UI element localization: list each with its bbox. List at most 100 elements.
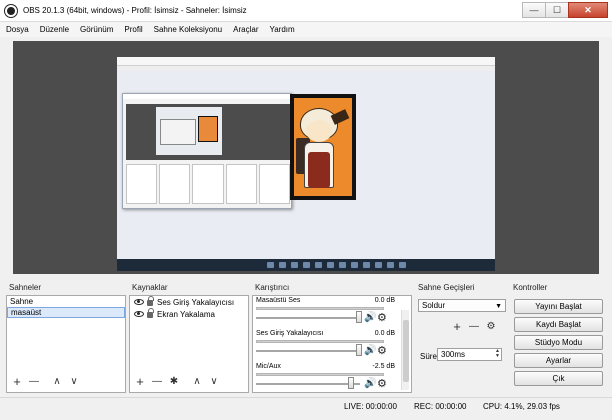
live-time: LIVE: 00:00:00 xyxy=(344,402,397,411)
transition-gear-icon[interactable]: ⚙ xyxy=(485,321,497,333)
channel-db: -2.5 dB xyxy=(372,363,395,370)
transitions-panel: Soldur ▼ + — ⚙ Süre 300ms ▲ ▼ xyxy=(415,295,507,393)
sources-dock: Kaynaklar Ses Giriş Yakalayıcısı Ekran Y… xyxy=(129,281,249,393)
gear-icon[interactable]: ⚙ xyxy=(377,311,387,324)
mixer-header: Karıştırıcı xyxy=(255,283,290,292)
remove-transition-button[interactable]: — xyxy=(468,321,480,333)
captured-obs-window xyxy=(122,93,292,209)
controls-panel: Yayını Başlat Kaydı Başlat Stüdyo Modu A… xyxy=(510,295,608,393)
captured-preview xyxy=(126,104,290,160)
cpu-fps: CPU: 4.1%, 29.03 fps xyxy=(483,402,560,411)
sources-toolbar: + — ✱ ∧ ∨ xyxy=(134,375,225,388)
transitions-toolbar: + — ⚙ xyxy=(451,320,502,333)
add-source-button[interactable]: + xyxy=(134,375,146,388)
muted-speaker-icon[interactable]: 🔊 xyxy=(364,378,376,389)
add-transition-button[interactable]: + xyxy=(451,320,463,333)
volume-meter xyxy=(256,307,384,310)
add-scene-button[interactable]: + xyxy=(11,375,23,388)
menu-tools[interactable]: Araçlar xyxy=(233,25,258,34)
preview-canvas xyxy=(117,57,495,271)
menu-scene-collection[interactable]: Sahne Koleksiyonu xyxy=(154,25,223,34)
menu-bar: Dosya Düzenle Görünüm Profil Sahne Kolek… xyxy=(0,22,612,37)
captured-titlebar xyxy=(117,57,495,66)
spin-arrows-icon[interactable]: ▲ ▼ xyxy=(495,349,500,359)
gear-icon[interactable]: ⚙ xyxy=(377,377,387,390)
eye-icon[interactable] xyxy=(134,311,144,317)
status-bar: LIVE: 00:00:00 REC: 00:00:00 CPU: 4.1%, … xyxy=(0,397,612,420)
preview-area[interactable] xyxy=(13,41,599,274)
remove-source-button[interactable]: — xyxy=(151,376,163,388)
volume-slider[interactable] xyxy=(256,350,360,352)
mixer-scrollbar[interactable] xyxy=(401,310,409,390)
volume-meter xyxy=(256,373,384,376)
source-label: Ekran Yakalama xyxy=(157,309,215,319)
menu-file[interactable]: Dosya xyxy=(6,25,29,34)
transition-selected-value: Soldur xyxy=(422,301,446,310)
duration-spinbox[interactable]: 300ms ▲ ▼ xyxy=(437,348,502,361)
duration-value: 300ms xyxy=(441,350,466,359)
start-streaming-button[interactable]: Yayını Başlat xyxy=(514,299,603,314)
scenes-header: Sahneler xyxy=(9,283,42,292)
move-scene-up-button[interactable]: ∧ xyxy=(51,376,63,388)
channel-name: Masaüstü Ses xyxy=(256,297,301,304)
move-scene-down-button[interactable]: ∨ xyxy=(68,376,80,388)
volume-slider-handle[interactable] xyxy=(356,344,362,356)
transitions-header: Sahne Geçişleri xyxy=(418,283,475,292)
controls-header: Kontroller xyxy=(513,283,548,292)
scenes-list: Sahne masaüst + — ∧ ∨ xyxy=(6,295,126,393)
rec-time: REC: 00:00:00 xyxy=(414,402,467,411)
mixer-channel: Mic/Aux -2.5 dB 🔊 ⚙ xyxy=(253,362,411,395)
menu-help[interactable]: Yardım xyxy=(269,25,294,34)
menu-view[interactable]: Görünüm xyxy=(80,25,113,34)
mixer-channel: Masaüstü Ses 0.0 dB 🔊 ⚙ xyxy=(253,296,411,329)
scenes-dock: Sahneler Sahne masaüst + — ∧ ∨ xyxy=(6,281,126,393)
channel-name: Ses Giriş Yakalayıcısı xyxy=(256,330,324,337)
source-item[interactable]: Ses Giriş Yakalayıcısı xyxy=(130,296,248,308)
window-controls: — ☐ ✕ xyxy=(522,2,608,18)
menu-profile[interactable]: Profil xyxy=(124,25,142,34)
menu-edit[interactable]: Düzenle xyxy=(40,25,69,34)
speaker-icon[interactable]: 🔊 xyxy=(364,345,376,356)
remove-scene-button[interactable]: — xyxy=(28,376,40,388)
start-recording-button[interactable]: Kaydı Başlat xyxy=(514,317,603,332)
lock-icon[interactable] xyxy=(147,308,154,318)
volume-slider-handle[interactable] xyxy=(356,311,362,323)
sources-header: Kaynaklar xyxy=(132,283,168,292)
maximize-button[interactable]: ☐ xyxy=(545,2,569,18)
window-title: OBS 20.1.3 (64bit, windows) - Profil: İs… xyxy=(23,6,247,15)
scene-item-selected[interactable]: masaüst xyxy=(7,307,125,318)
minimize-button[interactable]: — xyxy=(522,2,546,18)
captured-menubar xyxy=(117,66,495,71)
close-button[interactable]: ✕ xyxy=(568,2,608,18)
mixer-dock: Karıştırıcı Masaüstü Ses 0.0 dB 🔊 ⚙ Ses … xyxy=(252,281,412,393)
eye-icon[interactable] xyxy=(134,299,144,305)
volume-slider[interactable] xyxy=(256,317,360,319)
settings-button[interactable]: Ayarlar xyxy=(514,353,603,368)
source-item[interactable]: Ekran Yakalama xyxy=(130,308,248,320)
speaker-icon[interactable]: 🔊 xyxy=(364,312,376,323)
channel-name: Mic/Aux xyxy=(256,363,281,370)
channel-db: 0.0 dB xyxy=(374,297,395,304)
lock-icon[interactable] xyxy=(147,296,154,306)
move-source-down-button[interactable]: ∨ xyxy=(208,376,220,388)
mixer-channel: Ses Giriş Yakalayıcısı 0.0 dB 🔊 ⚙ xyxy=(253,329,411,362)
volume-slider-handle[interactable] xyxy=(348,377,355,389)
controls-dock: Kontroller Yayını Başlat Kaydı Başlat St… xyxy=(510,281,608,393)
duration-label: Süre xyxy=(420,352,437,361)
anime-artwork-image xyxy=(290,94,356,200)
transition-select[interactable]: Soldur ▼ xyxy=(418,299,506,312)
scene-item[interactable]: Sahne xyxy=(7,296,125,307)
transitions-dock: Sahne Geçişleri Soldur ▼ + — ⚙ Süre 300m… xyxy=(415,281,507,393)
gear-icon[interactable]: ⚙ xyxy=(377,344,387,357)
studio-mode-button[interactable]: Stüdyo Modu xyxy=(514,335,603,350)
captured-taskbar xyxy=(117,259,495,271)
volume-slider[interactable] xyxy=(256,383,360,385)
sources-list: Ses Giriş Yakalayıcısı Ekran Yakalama + … xyxy=(129,295,249,393)
source-properties-gear-icon[interactable]: ✱ xyxy=(168,376,180,388)
move-source-up-button[interactable]: ∧ xyxy=(191,376,203,388)
title-bar: OBS 20.1.3 (64bit, windows) - Profil: İs… xyxy=(0,0,612,22)
scenes-toolbar: + — ∧ ∨ xyxy=(11,375,85,388)
scrollbar-thumb[interactable] xyxy=(403,320,409,382)
obs-logo-icon xyxy=(5,4,17,17)
exit-button[interactable]: Çık xyxy=(514,371,603,386)
